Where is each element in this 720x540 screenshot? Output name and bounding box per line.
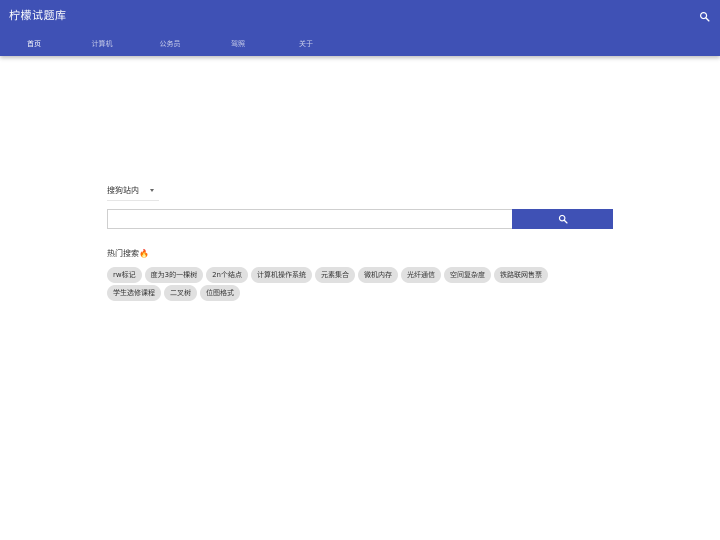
hot-search-chip[interactable]: 2n个结点 <box>206 267 248 283</box>
hot-search-chip[interactable]: 位图格式 <box>200 285 240 301</box>
app-title[interactable]: 柠檬试题库 <box>9 8 67 24</box>
hot-search-chip[interactable]: 铁路联网售票 <box>493 267 548 283</box>
search-button[interactable] <box>512 209 613 229</box>
tab-driving-license[interactable]: 驾照 <box>204 36 272 52</box>
tab-civil-servant[interactable]: 公务员 <box>136 36 204 52</box>
hot-search-chip[interactable]: 光纤通信 <box>400 267 441 283</box>
search-source-select[interactable]: 搜狗站内 <box>107 182 159 201</box>
hot-search-label: 热门搜索🔥 <box>107 249 149 258</box>
hot-search-chip[interactable]: 空间复杂度 <box>443 267 491 283</box>
hot-search-chip[interactable]: rw标记 <box>107 267 142 283</box>
hot-search-chip[interactable]: 度为3的一棵树 <box>144 267 204 283</box>
header-search-button[interactable] <box>696 8 712 24</box>
hot-search-chip[interactable]: 学生选修课程 <box>107 285 161 301</box>
tab-home[interactable]: 首页 <box>0 36 68 52</box>
hot-search-chip[interactable]: 计算机操作系统 <box>250 267 312 283</box>
tab-about[interactable]: 关于 <box>272 36 340 52</box>
search-icon <box>558 214 568 224</box>
hot-search-chip[interactable]: 二叉树 <box>164 285 197 301</box>
search-input[interactable] <box>107 209 520 229</box>
app-bar: 柠檬试题库 首页 计算机 公务员 驾照 关于 <box>0 0 720 56</box>
tab-computer[interactable]: 计算机 <box>68 36 136 52</box>
chevron-down-icon <box>150 189 154 192</box>
hot-search-chip[interactable]: 微机内存 <box>357 267 398 283</box>
search-source-label: 搜狗站内 <box>107 186 139 195</box>
hot-search-chips: rw标记 度为3的一棵树 2n个结点 计算机操作系统 元素集合 微机内存 光纤通… <box>107 267 607 303</box>
hot-search-chip[interactable]: 元素集合 <box>314 267 355 283</box>
nav-tabs: 首页 计算机 公务员 驾照 关于 <box>0 36 720 52</box>
search-icon <box>699 11 710 22</box>
